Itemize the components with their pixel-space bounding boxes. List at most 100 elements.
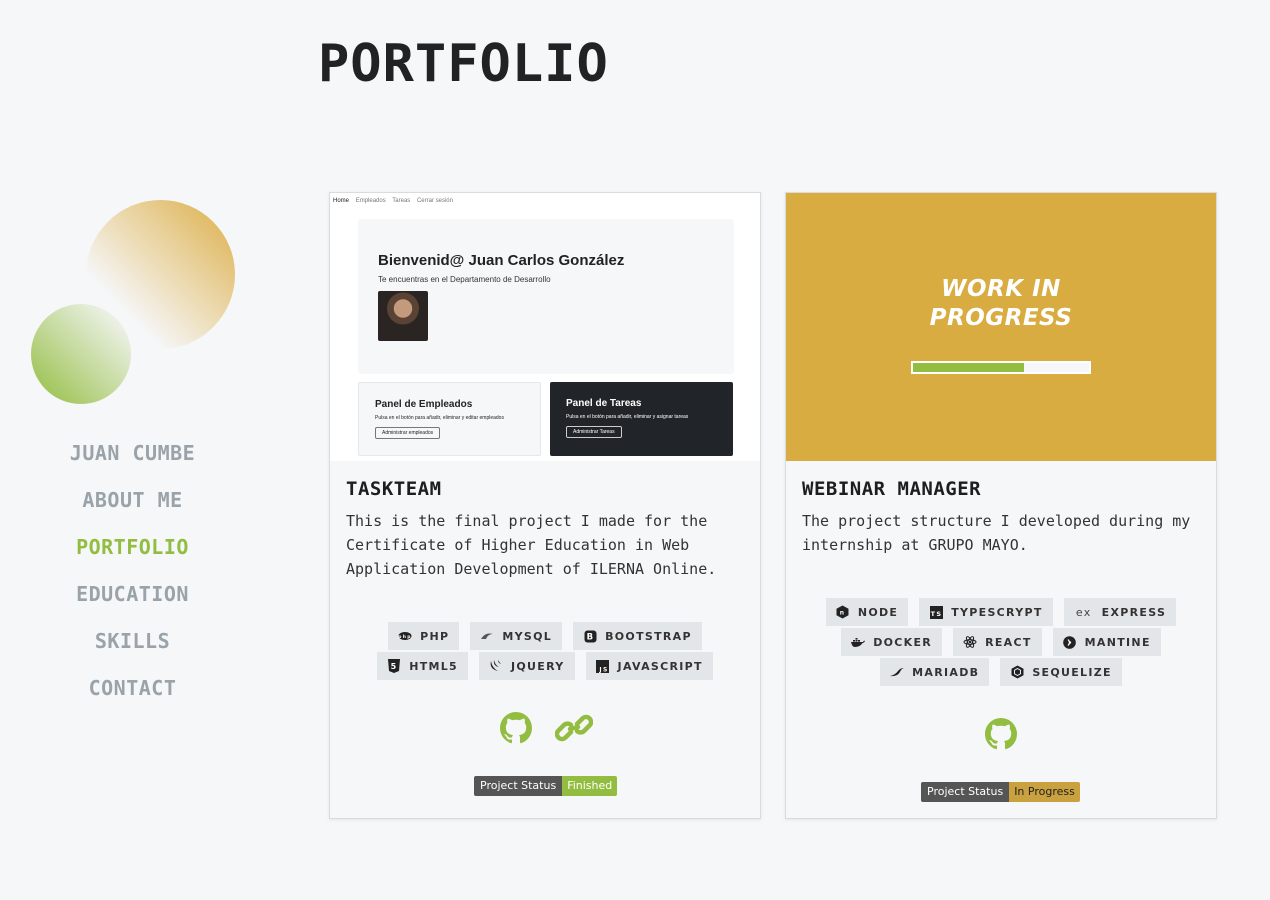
link-icon[interactable] — [555, 709, 593, 747]
mini-panel-employees: Panel de Empleados Pulsa en el botón par… — [358, 382, 541, 456]
tag-label: HTML5 — [409, 659, 459, 673]
project-title: WEBINAR MANAGER — [802, 478, 982, 500]
project-status-badge: Project Status In Progress — [921, 782, 1080, 802]
react-icon — [963, 635, 977, 649]
svg-text:php: php — [398, 634, 412, 640]
project-thumbnail[interactable]: Home Empleados Tareas Cerrar sesión Bien… — [330, 193, 760, 461]
status-badge-label: Project Status — [921, 782, 1010, 802]
mini-nav-item: Cerrar sesión — [416, 198, 453, 204]
project-title: TASKTEAM — [346, 478, 442, 500]
progress-bar-fill — [913, 363, 1024, 372]
tag-react: REACT — [953, 628, 1042, 656]
github-icon[interactable] — [497, 709, 535, 747]
javascript-icon: JS — [596, 659, 610, 673]
progress-bar — [911, 361, 1091, 374]
tag-mysql: MYSQL — [470, 622, 563, 650]
tag-label: JQUERY — [511, 659, 565, 673]
mariadb-icon — [890, 665, 905, 679]
mini-panel-text: Pulsa en el botón para añadir, eliminar … — [566, 414, 689, 420]
project-status-badge: Project Status Finished — [474, 776, 618, 796]
project-description: This is the final project I made for the… — [346, 512, 717, 578]
bootstrap-icon: B — [583, 629, 597, 643]
wip-line-1: WORK IN — [941, 276, 1061, 302]
mini-hero: Bienvenid@ Juan Carlos González Te encue… — [358, 219, 734, 374]
status-badge-value: Finished — [562, 776, 618, 796]
tag-jquery: JQUERY — [479, 652, 575, 680]
nav-item-contact[interactable]: CONTACT — [0, 675, 265, 722]
tag-php: php PHP — [388, 622, 460, 650]
taskteam-screenshot: Home Empleados Tareas Cerrar sesión Bien… — [330, 193, 760, 461]
svg-text:JS: JS — [598, 666, 608, 673]
mini-nav-item: Home — [333, 198, 350, 204]
tag-mantine: MANTINE — [1052, 628, 1161, 656]
status-badge-value: In Progress — [1009, 782, 1080, 802]
tag-mariadb: MARIADB — [880, 658, 990, 686]
tag-label: BOOTSTRAP — [605, 629, 692, 643]
project-description: The project structure I developed during… — [802, 512, 1191, 554]
mini-profile-photo — [378, 291, 428, 341]
php-icon: php — [398, 629, 412, 643]
svg-text:B: B — [586, 632, 594, 642]
mini-navbar: Home Empleados Tareas Cerrar sesión — [330, 193, 760, 210]
svg-text:5: 5 — [391, 662, 398, 671]
nav-item-education[interactable]: EDUCATION — [0, 581, 265, 628]
project-links — [330, 709, 760, 747]
tag-label: MANTINE — [1084, 635, 1151, 649]
mini-subheading: Te encuentras en el Departamento de Desa… — [378, 275, 551, 284]
express-icon: ex — [1075, 605, 1092, 619]
typescript-icon: TS — [929, 605, 943, 619]
nav-item-skills[interactable]: SKILLS — [0, 628, 265, 675]
tag-label: NODE — [857, 605, 899, 619]
tag-node: n NODE — [825, 598, 909, 626]
tag-docker: DOCKER — [841, 628, 943, 656]
project-card-webinar-manager: WORK IN PROGRESS WEBINAR MANAGER The pro… — [785, 192, 1217, 819]
jquery-icon — [489, 659, 503, 673]
tag-label: SEQUELIZE — [1032, 665, 1112, 679]
page-title: PORTFOLIO — [318, 34, 609, 94]
tag-express: ex EXPRESS — [1063, 598, 1177, 626]
html5-icon: 5 — [387, 659, 401, 673]
tech-tags: php PHP MYSQL B BOOTSTRAP 5 HTML5 JQUERY… — [346, 622, 744, 682]
tag-label: DOCKER — [873, 635, 933, 649]
tag-label: TYPESCRYPT — [951, 605, 1043, 619]
tech-tags: n NODE TS TYPESCRYPT ex EXPRESS DOCKER R… — [802, 598, 1200, 688]
decorative-green-circle — [31, 304, 131, 404]
project-card-taskteam: Home Empleados Tareas Cerrar sesión Bien… — [329, 192, 761, 819]
project-thumbnail[interactable]: WORK IN PROGRESS — [786, 193, 1216, 461]
tag-javascript: JS JAVASCRIPT — [585, 652, 713, 680]
mini-panel-text: Pulsa en el botón para añadir, eliminar … — [375, 415, 504, 421]
node-icon: n — [836, 605, 850, 619]
svg-text:n: n — [840, 610, 846, 617]
sidebar-nav: JUAN CUMBE ABOUT ME PORTFOLIO EDUCATION … — [0, 440, 265, 722]
github-icon[interactable] — [982, 715, 1020, 753]
mini-panel-title: Panel de Tareas — [566, 398, 642, 409]
tag-bootstrap: B BOOTSTRAP — [573, 622, 702, 650]
svg-text:TS: TS — [930, 610, 942, 618]
tag-label: JAVASCRIPT — [617, 659, 703, 673]
docker-icon — [851, 635, 866, 649]
mini-panel-tasks: Panel de Tareas Pulsa en el botón para a… — [550, 382, 733, 456]
sequelize-icon — [1010, 665, 1024, 679]
mini-panel-button: Administrar Tareas — [566, 426, 622, 438]
status-badge-label: Project Status — [474, 776, 563, 796]
nav-item-portfolio[interactable]: PORTFOLIO — [0, 534, 265, 581]
mini-panel-title: Panel de Empleados — [375, 399, 473, 410]
tag-sequelize: SEQUELIZE — [1000, 658, 1122, 686]
tag-label: MYSQL — [502, 629, 553, 643]
tag-label: MARIADB — [912, 665, 980, 679]
tag-label: PHP — [420, 629, 450, 643]
tag-typescript: TS TYPESCRYPT — [919, 598, 1053, 626]
tag-label: REACT — [985, 635, 1032, 649]
project-links — [786, 715, 1216, 753]
tag-html5: 5 HTML5 — [377, 652, 469, 680]
tag-label: EXPRESS — [1101, 605, 1167, 619]
mini-heading: Bienvenid@ Juan Carlos González — [378, 252, 625, 269]
mini-panel-button: Administrar empleados — [375, 427, 441, 439]
work-in-progress-image: WORK IN PROGRESS — [786, 193, 1216, 461]
sidebar: JUAN CUMBE ABOUT ME PORTFOLIO EDUCATION … — [0, 0, 265, 900]
mysql-icon — [480, 629, 494, 643]
nav-item-juan-cumbe[interactable]: JUAN CUMBE — [0, 440, 265, 487]
mini-nav-item: Tareas — [392, 198, 411, 204]
nav-item-about-me[interactable]: ABOUT ME — [0, 487, 265, 534]
mantine-icon — [1063, 635, 1077, 649]
